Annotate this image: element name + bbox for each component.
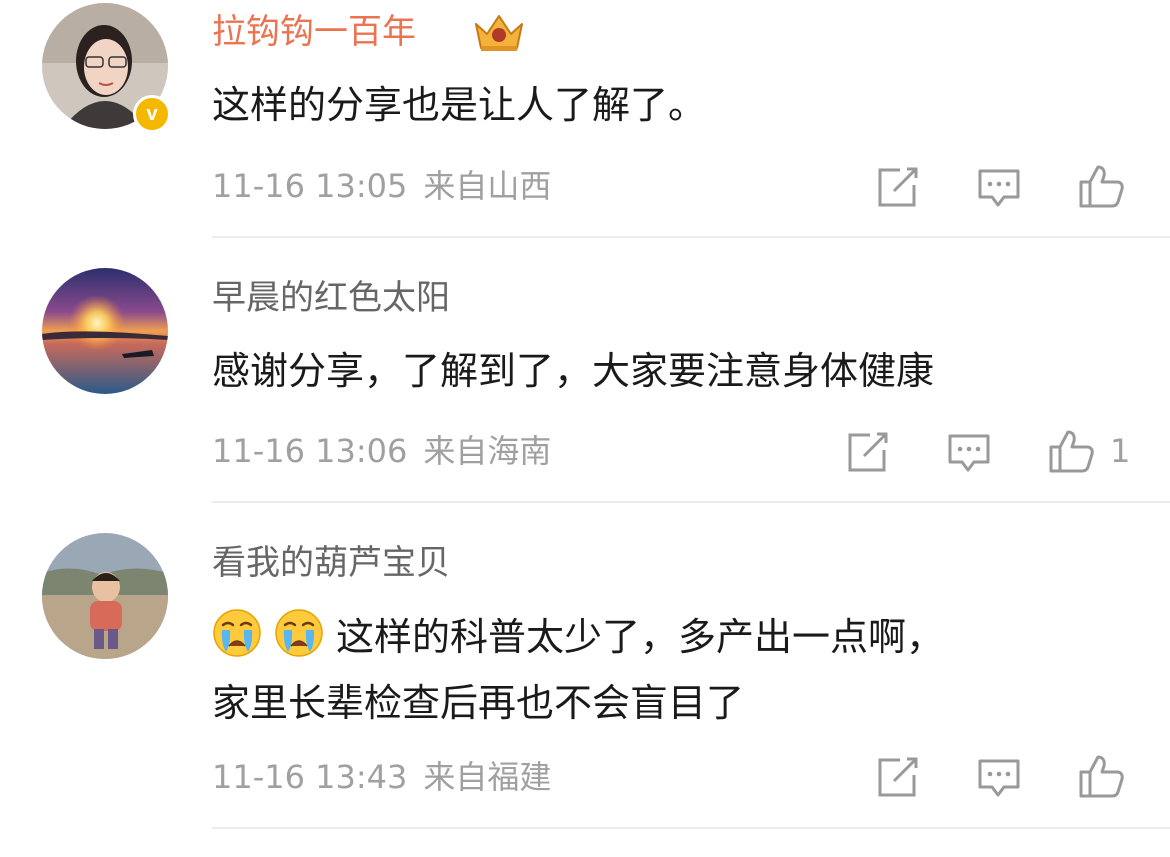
thumbs-up-icon[interactable] <box>1078 163 1124 209</box>
comment-time: 11-16 13:06 <box>212 432 408 470</box>
like-count: 1 <box>1110 432 1131 470</box>
comment-bubble-icon[interactable] <box>946 430 992 476</box>
divider <box>212 827 1170 829</box>
comment-meta: 11-16 13:43 来自福建 <box>212 757 551 797</box>
share-edit-icon[interactable] <box>874 755 920 801</box>
comment-text: 这样的科普太少了，多产出一点啊， 家里长辈检查后再也不会盲目了 <box>212 604 944 736</box>
comment-source: 来自山西 <box>423 167 552 205</box>
verified-badge-icon: v <box>133 95 171 133</box>
avatar[interactable] <box>42 533 168 659</box>
username[interactable]: 看我的葫芦宝贝 <box>212 541 450 585</box>
username[interactable]: 拉钩钩一百年 <box>212 10 416 54</box>
comment-source: 来自福建 <box>423 758 552 796</box>
crying-face-icon <box>212 608 262 658</box>
comment-text: 感谢分享，了解到了，大家要注意身体健康 <box>212 349 935 393</box>
share-edit-icon[interactable] <box>844 430 890 476</box>
username[interactable]: 早晨的红色太阳 <box>212 276 450 320</box>
comment-source: 来自海南 <box>423 432 552 470</box>
comment-meta: 11-16 13:05 来自山西 <box>212 166 551 206</box>
divider <box>212 501 1170 503</box>
comment-bubble-icon[interactable] <box>976 165 1022 211</box>
vip-crown-icon <box>475 15 523 51</box>
share-edit-icon[interactable] <box>874 165 920 211</box>
comment-bubble-icon[interactable] <box>976 755 1022 801</box>
comment-text: 这样的分享也是让人了解了。 <box>212 83 707 127</box>
thumbs-up-icon[interactable] <box>1048 428 1094 474</box>
comment-time: 11-16 13:43 <box>212 758 408 796</box>
thumbs-up-icon[interactable] <box>1078 753 1124 799</box>
comment-time: 11-16 13:05 <box>212 167 408 205</box>
comment-meta: 11-16 13:06 来自海南 <box>212 431 551 471</box>
crying-face-icon <box>274 608 324 658</box>
divider <box>212 236 1170 238</box>
avatar[interactable] <box>42 268 168 394</box>
